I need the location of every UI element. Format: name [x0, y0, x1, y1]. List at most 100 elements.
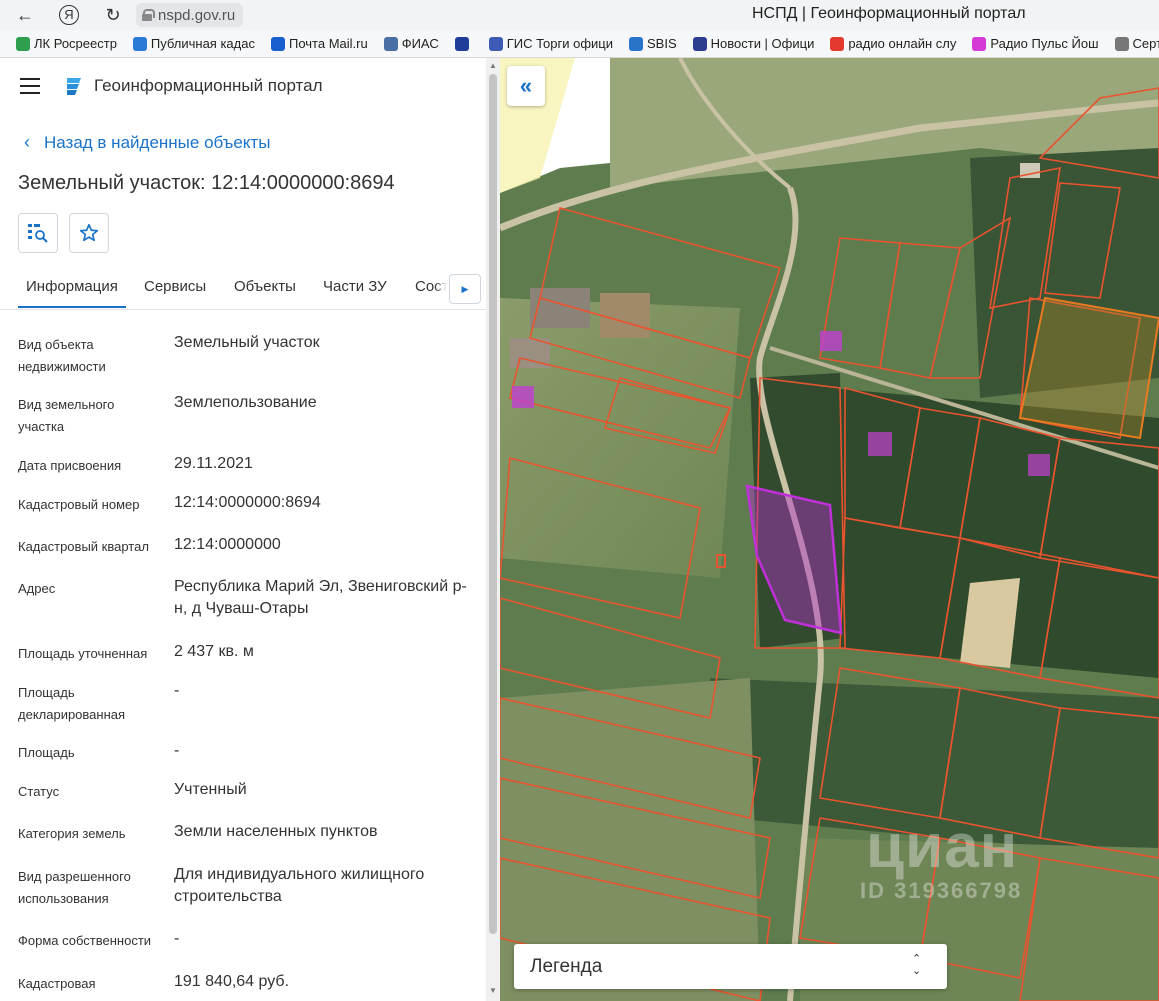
collapse-panel-button[interactable]: « — [507, 66, 545, 106]
scroll-up-icon[interactable]: ▲ — [489, 61, 497, 70]
field-value: Землепользование — [174, 394, 317, 411]
app-title: Геоинформационный портал — [94, 76, 323, 95]
bookmark-item[interactable]: SBIS — [619, 36, 683, 51]
legend-dropdown[interactable]: Легенда ⌃ ⌄ — [514, 944, 947, 989]
bookmark-label: ФИАС — [401, 36, 439, 51]
tab-land-parts[interactable]: Части ЗУ — [323, 278, 387, 295]
bookmark-item[interactable]: ГИС Торги офици — [479, 36, 619, 51]
bookmark-label: Серти — [1132, 36, 1159, 51]
chevron-updown-icon: ⌃ ⌄ — [912, 953, 922, 977]
scroll-thumb[interactable] — [489, 74, 497, 934]
field-label: Дата присвоения — [18, 458, 122, 473]
field-value: 2 437 кв. м — [174, 643, 254, 660]
field-label: Площадь декларированная — [18, 685, 126, 722]
tab-services[interactable]: Сервисы — [144, 278, 206, 295]
field-value: 191 840,64 руб. — [174, 973, 290, 990]
field-value: - — [174, 682, 180, 699]
back-arrow-icon[interactable]: ← — [10, 0, 40, 30]
field-value: - — [174, 930, 180, 947]
bookmark-favicon-icon — [830, 36, 845, 51]
field-value: Республика Марий Эл, Звениговский р-н, д… — [174, 578, 467, 617]
bookmark-item[interactable]: ЛК Росреестр — [0, 36, 123, 51]
locate-on-map-button[interactable] — [18, 213, 58, 253]
back-to-results-link[interactable]: ‹ Назад в найденные объекты — [24, 132, 270, 153]
bookmark-item[interactable]: радио онлайн слу — [820, 36, 962, 51]
bookmark-favicon-icon — [629, 36, 643, 51]
bookmark-label: Публичная кадас — [150, 36, 255, 51]
bookmark-label: радио онлайн слу — [848, 36, 957, 51]
field-label: Статус — [18, 784, 60, 799]
bookmark-favicon-icon — [488, 36, 503, 51]
window-title: НСПД | Геоинформационный портал — [752, 5, 1026, 22]
yandex-icon[interactable]: Я — [54, 0, 84, 30]
bookmark-item[interactable]: Радио Пульс Йош — [962, 36, 1104, 51]
bookmark-label: ГИС Торги офици — [506, 36, 613, 51]
lock-icon — [142, 9, 155, 21]
bookmark-item[interactable]: Новости | Офици — [683, 36, 821, 51]
legend-label: Легенда — [530, 956, 603, 977]
field-label: Кадастровая — [18, 976, 96, 991]
bookmark-favicon-icon — [692, 36, 707, 51]
bookmark-favicon-icon — [383, 36, 398, 51]
favorite-button[interactable] — [69, 213, 109, 253]
field-label: Площадь уточненная — [18, 646, 148, 661]
star-icon — [79, 223, 99, 242]
browser-toolbar: ← Я ↻ nspd.gov.ru НСПД | Геоинформационн… — [0, 0, 1159, 30]
tab-information[interactable]: Информация — [18, 278, 126, 308]
tab-objects[interactable]: Объекты — [234, 278, 296, 295]
watermark-brand: циан — [866, 812, 1019, 881]
bookmark-label: ЛК Росреестр — [34, 36, 117, 51]
object-title: Земельный участок: 12:14:0000000:8694 — [18, 172, 395, 194]
map-view[interactable]: циан ID 319366798 — [500, 58, 1159, 1001]
field-label: Вид земельного участка — [18, 397, 115, 434]
tabs-scroll-right-icon[interactable]: ▶ — [449, 274, 481, 304]
field-label: Кадастровый квартал — [18, 539, 149, 554]
field-value: 12:14:0000000:8694 — [174, 494, 321, 511]
url-text: nspd.gov.ru — [158, 6, 236, 24]
info-panel: Геоинформационный портал ‹ Назад в найде… — [0, 58, 486, 1001]
app-header: Геоинформационный портал — [0, 58, 486, 114]
panel-scrollbar[interactable]: ▲ ▼ — [486, 58, 500, 1001]
reload-icon[interactable]: ↻ — [98, 0, 128, 30]
bookmark-item[interactable]: ФИАС — [374, 36, 445, 51]
bookmarks-bar: ЛК Росреестр Публичная кадас Почта Mail.ru… — [0, 30, 1159, 58]
bookmark-item[interactable]: Серти — [1105, 36, 1159, 51]
bookmark-item[interactable]: Публичная кадас — [123, 36, 261, 51]
address-bar[interactable]: nspd.gov.ru — [136, 3, 244, 27]
bookmark-favicon-icon — [972, 36, 987, 51]
field-label: Категория земель — [18, 826, 126, 841]
field-value: Земельный участок — [174, 334, 320, 351]
field-label: Площадь — [18, 745, 75, 760]
bookmark-item[interactable]: Почта Mail.ru — [261, 36, 374, 51]
portal-logo-icon — [67, 78, 81, 95]
back-link-label: Назад в найденные объекты — [44, 132, 271, 152]
cian-watermark: циан ID 319366798 — [826, 816, 1022, 904]
field-value: Для индивидуального жилищного строительс… — [174, 866, 425, 905]
chevron-left-icon: ‹ — [24, 132, 30, 152]
bookmark-label: Почта Mail.ru — [288, 36, 368, 51]
scroll-down-icon[interactable]: ▼ — [489, 986, 497, 995]
field-label: Вид объекта недвижимости — [18, 337, 106, 374]
bookmark-favicon-icon — [454, 36, 469, 51]
field-value: Учтенный — [174, 781, 247, 798]
bookmark-item[interactable] — [445, 36, 479, 51]
field-value: Земли населенных пунктов — [174, 823, 378, 840]
field-value: 12:14:0000000 — [174, 536, 281, 553]
bookmark-label: SBIS — [647, 36, 677, 51]
double-chevron-left-icon: « — [519, 73, 533, 98]
bookmark-label: Радио Пульс Йош — [990, 36, 1099, 51]
field-label: Адрес — [18, 581, 56, 596]
bookmark-favicon-icon — [16, 36, 30, 51]
field-value: - — [174, 742, 180, 759]
bookmark-label: Новости | Офици — [710, 36, 815, 51]
menu-icon[interactable] — [20, 78, 40, 94]
field-label: Вид разрешенного использования — [18, 869, 131, 906]
watermark-id: ID 319366798 — [860, 878, 1023, 903]
field-label: Форма собственности — [18, 933, 152, 948]
bookmark-favicon-icon — [132, 36, 147, 51]
bookmark-favicon-icon — [270, 36, 285, 51]
object-tabs: Информация Сервисы Объекты Части ЗУ Сост… — [0, 274, 486, 310]
field-label: Кадастровый номер — [18, 497, 140, 512]
field-value: 29.11.2021 — [174, 455, 253, 472]
search-area-icon — [28, 224, 48, 243]
